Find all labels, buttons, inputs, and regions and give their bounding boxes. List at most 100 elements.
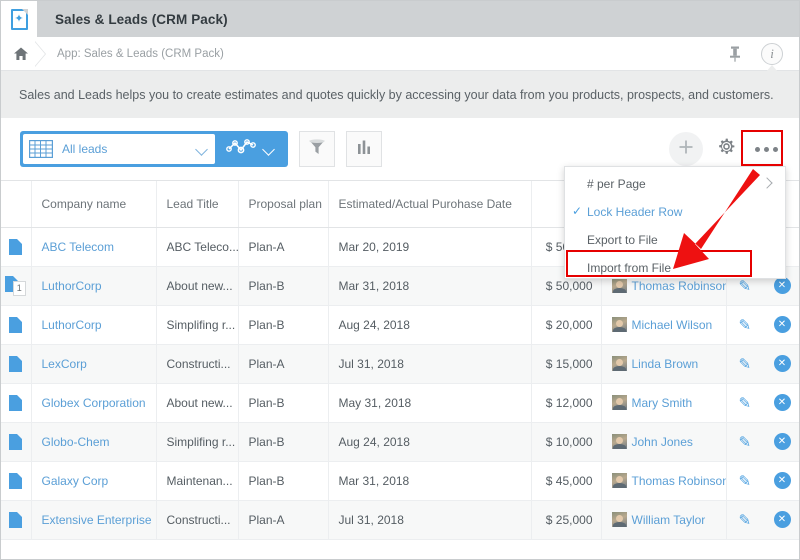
document-icon [9,317,22,333]
delete-button[interactable]: ✕ [763,383,800,422]
pin-icon[interactable] [727,45,743,63]
app-description-banner: Sales and Leads helps you to create esti… [1,71,800,118]
cell-company[interactable]: LuthorCorp [31,266,156,305]
avatar [612,434,627,449]
cell-person: Mary Smith [601,383,726,422]
cell-company[interactable]: Extensive Enterprise [31,500,156,539]
pencil-icon: ✎ [738,356,751,373]
delete-button[interactable]: ✕ [763,500,800,539]
person-name[interactable]: Mary Smith [632,396,693,410]
row-type-icon-cell[interactable]: 1 [1,266,31,305]
column-header-company[interactable]: Company name [31,181,156,227]
close-circle-icon: ✕ [774,394,791,411]
filter-button[interactable] [299,131,335,167]
settings-button[interactable] [709,132,743,166]
graph-view-button[interactable] [215,134,285,164]
close-circle-icon: ✕ [774,355,791,372]
cell-purchase-date: Mar 31, 2018 [328,461,531,500]
column-header-lead-title[interactable]: Lead Title [156,181,238,227]
cell-purchase-date: Aug 24, 2018 [328,422,531,461]
cell-amount: $ 10,000 [531,422,601,461]
person-name[interactable]: William Taylor [632,513,706,527]
avatar [612,473,627,488]
cell-proposal-plan: Plan-A [238,344,328,383]
checkmark-icon: ✓ [572,204,582,218]
add-button[interactable] [669,132,703,166]
cell-purchase-date: Mar 31, 2018 [328,266,531,305]
person-name[interactable]: Michael Wilson [632,318,713,332]
line-graph-icon [226,138,256,161]
pencil-icon: ✎ [738,473,751,490]
cell-company[interactable]: LexCorp [31,344,156,383]
chart-button[interactable] [346,131,382,167]
cell-company[interactable]: LuthorCorp [31,305,156,344]
app-description-text: Sales and Leads helps you to create esti… [19,88,774,102]
edit-button[interactable]: ✎ [726,422,763,461]
view-select[interactable]: All leads [23,134,215,164]
menu-item-export-to-file[interactable]: Export to File [565,226,785,254]
avatar [612,317,627,332]
more-options-icon [755,147,778,152]
table-row[interactable]: Galaxy CorpMaintenan...Plan-BMar 31, 201… [1,461,800,500]
person-name[interactable]: Linda Brown [632,357,699,371]
table-row[interactable]: LexCorpConstructi...Plan-AJul 31, 2018$ … [1,344,800,383]
chevron-right-icon [761,177,772,188]
column-header-icon[interactable] [1,181,31,227]
app-window: ✦ Sales & Leads (CRM Pack) App: Sales & … [0,0,800,560]
pencil-icon: ✎ [738,434,751,451]
document-icon [9,395,22,411]
breadcrumb-path[interactable]: App: Sales & Leads (CRM Pack) [57,48,224,60]
table-row[interactable]: Globo-ChemSimplifing r...Plan-BAug 24, 2… [1,422,800,461]
person-name[interactable]: Thomas Robinson [632,474,727,488]
home-icon[interactable] [13,46,29,62]
cell-company[interactable]: Galaxy Corp [31,461,156,500]
row-type-icon-cell[interactable] [1,383,31,422]
cell-company[interactable]: ABC Telecom [31,227,156,266]
column-header-proposal-plan[interactable]: Proposal plan [238,181,328,227]
row-type-icon-cell[interactable] [1,305,31,344]
cell-amount: $ 25,000 [531,500,601,539]
cell-lead-title: Constructi... [156,344,238,383]
table-row[interactable]: Globex CorporationAbout new...Plan-BMay … [1,383,800,422]
delete-button[interactable]: ✕ [763,305,800,344]
column-header-purchase-date[interactable]: Estimated/Actual Purohase Date [328,181,531,227]
menu-item-label: Lock Header Row [587,205,682,219]
row-type-icon-cell[interactable] [1,422,31,461]
row-type-icon-cell[interactable] [1,461,31,500]
edit-button[interactable]: ✎ [726,500,763,539]
more-options-menu: # per Page ✓ Lock Header Row Export to F… [564,166,786,279]
table-row[interactable]: LuthorCorpSimplifing r...Plan-BAug 24, 2… [1,305,800,344]
row-type-icon-cell[interactable] [1,500,31,539]
close-circle-icon: ✕ [774,511,791,528]
delete-button[interactable]: ✕ [763,461,800,500]
edit-button[interactable]: ✎ [726,344,763,383]
cell-company[interactable]: Globex Corporation [31,383,156,422]
menu-item-lock-header-row[interactable]: ✓ Lock Header Row [565,198,785,226]
table-row[interactable]: Extensive EnterpriseConstructi...Plan-AJ… [1,500,800,539]
cell-purchase-date: May 31, 2018 [328,383,531,422]
document-puzzle-icon: ✦ [11,9,28,30]
breadcrumb-separator [29,37,53,71]
close-circle-icon: ✕ [774,433,791,450]
edit-button[interactable]: ✎ [726,461,763,500]
cell-lead-title: ABC Teleco... [156,227,238,266]
menu-item-per-page[interactable]: # per Page [565,170,785,198]
document-icon [9,512,22,528]
more-options-button[interactable] [749,132,783,166]
delete-button[interactable]: ✕ [763,344,800,383]
cell-lead-title: About new... [156,383,238,422]
edit-button[interactable]: ✎ [726,383,763,422]
avatar [612,395,627,410]
cell-company[interactable]: Globo-Chem [31,422,156,461]
cell-person: Linda Brown [601,344,726,383]
edit-button[interactable]: ✎ [726,305,763,344]
menu-item-import-from-file[interactable]: Import from File [565,254,785,282]
row-type-icon-cell[interactable] [1,227,31,266]
cell-proposal-plan: Plan-B [238,461,328,500]
cell-person: William Taylor [601,500,726,539]
person-name[interactable]: John Jones [632,435,693,449]
chevron-down-icon [263,143,276,156]
delete-button[interactable]: ✕ [763,422,800,461]
row-type-icon-cell[interactable] [1,344,31,383]
info-icon[interactable]: i [761,43,783,65]
